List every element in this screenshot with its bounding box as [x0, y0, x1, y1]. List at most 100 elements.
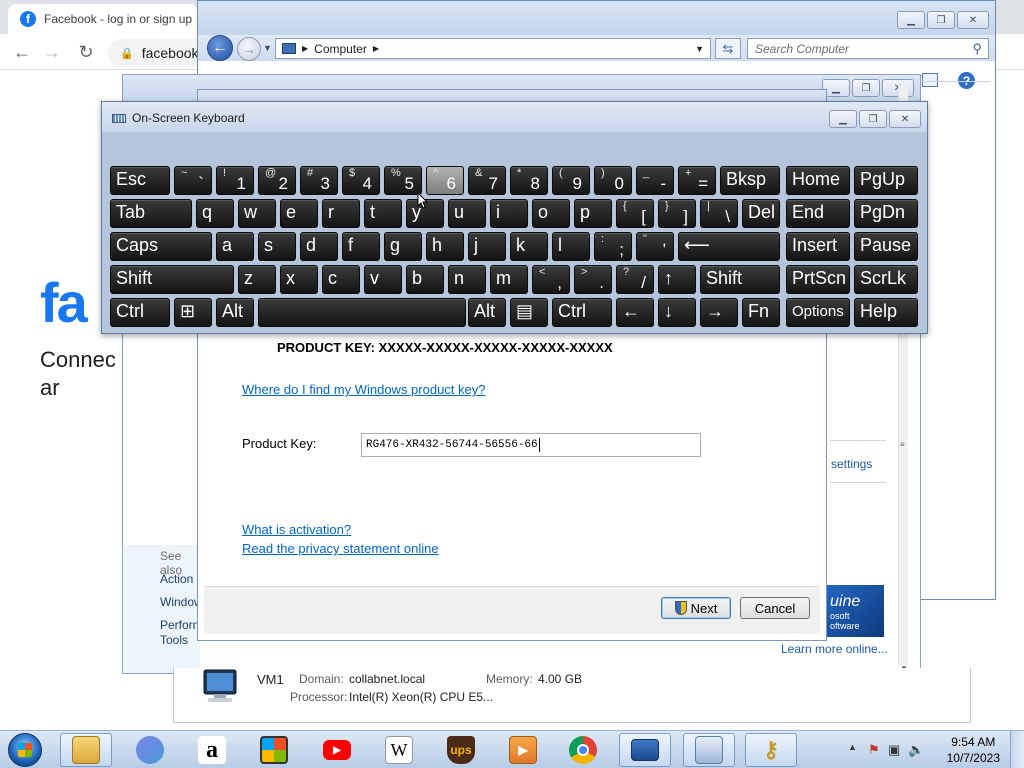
key-ralt[interactable]: Alt [468, 298, 506, 327]
key-c[interactable]: c [322, 265, 360, 294]
key-prtscn[interactable]: PrtScn [786, 265, 850, 294]
key-lshift[interactable]: Shift [110, 265, 234, 294]
action-center-link[interactable]: Action [160, 572, 193, 586]
minimize-button[interactable]: ▁ [829, 110, 857, 128]
product-key-input[interactable]: RG476-XR432-56744-56556-66 [361, 433, 701, 457]
key-5[interactable]: % 5 [384, 166, 422, 195]
key-o[interactable]: o [532, 199, 570, 228]
key-del[interactable]: Del [742, 199, 780, 228]
key-left[interactable]: ← [616, 298, 654, 327]
key-bksp[interactable]: Bksp [720, 166, 780, 195]
search-icon[interactable]: ⚲ [972, 41, 982, 57]
breadcrumb-computer[interactable]: Computer [314, 42, 367, 56]
key-8[interactable]: * 8 [510, 166, 548, 195]
key-pause[interactable]: Pause [854, 232, 918, 261]
key-3[interactable]: #3 [300, 166, 338, 195]
tools-link[interactable]: Tools [160, 633, 188, 647]
forward-arrow-icon[interactable]: → [237, 37, 261, 61]
key-space[interactable] [258, 298, 466, 327]
close-button[interactable]: ✕ [889, 110, 921, 128]
taskbar-chrome[interactable] [557, 733, 609, 767]
key-minus[interactable]: _ - [636, 166, 674, 195]
key-7[interactable]: & 7 [468, 166, 506, 195]
key-j[interactable]: j [468, 232, 506, 261]
key-1[interactable]: ! 1 [216, 166, 254, 195]
scroll-grip-icon[interactable]: ≡ [900, 440, 905, 449]
change-settings-link[interactable]: settings [831, 457, 872, 471]
reload-icon[interactable]: ↻ [74, 40, 98, 64]
osk-titlebar[interactable]: On-Screen Keyboard ▁ ❐ ✕ [102, 102, 927, 132]
key-pgup[interactable]: PgUp [854, 166, 918, 195]
show-desktop-button[interactable] [1010, 731, 1024, 768]
key-comma[interactable]: <, [532, 265, 570, 294]
taskbar-control-panel[interactable] [683, 733, 735, 767]
explorer-titlebar[interactable]: ▁ ❐ ✕ [198, 1, 995, 35]
key-p[interactable]: p [574, 199, 612, 228]
recent-pages-dropdown-icon[interactable]: ▼ [263, 43, 272, 53]
key-e[interactable]: e [280, 199, 318, 228]
key-rshift[interactable]: Shift [700, 265, 780, 294]
key-v[interactable]: v [364, 265, 402, 294]
key-down[interactable]: ↓ [658, 298, 696, 327]
key-6[interactable]: ^ 6 [426, 166, 464, 195]
volume-muted-icon[interactable]: 🔈 [908, 742, 924, 758]
key-4[interactable]: $4 [342, 166, 380, 195]
browser-tab-facebook[interactable]: f Facebook - log in or sign up [8, 4, 198, 34]
key-lbracket[interactable]: {[ [616, 199, 654, 228]
key-quote[interactable]: " ' [636, 232, 674, 261]
key-n[interactable]: n [448, 265, 486, 294]
key-right[interactable]: → [700, 298, 738, 327]
key-r[interactable]: r [322, 199, 360, 228]
taskbar-teams[interactable] [124, 733, 176, 767]
key-fn[interactable]: Fn [742, 298, 780, 327]
key-z[interactable]: z [238, 265, 276, 294]
key-i[interactable]: i [490, 199, 528, 228]
back-arrow-icon[interactable]: ← [207, 35, 233, 61]
key-x[interactable]: x [280, 265, 318, 294]
key-g[interactable]: g [384, 232, 422, 261]
key-2[interactable]: @2 [258, 166, 296, 195]
back-arrow-icon[interactable]: ← [10, 40, 34, 64]
key-insert[interactable]: Insert [786, 232, 850, 261]
key-help[interactable]: Help [854, 298, 918, 327]
key-slash[interactable]: ? / [616, 265, 654, 294]
key-f[interactable]: f [342, 232, 380, 261]
maximize-button[interactable]: ❐ [852, 79, 880, 97]
key-q[interactable]: q [196, 199, 234, 228]
key-u[interactable]: u [448, 199, 486, 228]
taskbar-wikipedia[interactable]: W [373, 733, 425, 767]
key-w[interactable]: w [238, 199, 276, 228]
what-is-activation-link[interactable]: What is activation? [242, 522, 351, 537]
key-h[interactable]: h [426, 232, 464, 261]
key-end[interactable]: End [786, 199, 850, 228]
forward-arrow-icon[interactable]: → [40, 40, 64, 64]
taskbar-clock[interactable]: 9:54 AM 10/7/2023 [947, 734, 1000, 766]
key-home[interactable]: Home [786, 166, 850, 195]
key-tab[interactable]: Tab [110, 199, 192, 228]
key-pgdn[interactable]: PgDn [854, 199, 918, 228]
start-button[interactable] [8, 733, 42, 767]
find-product-key-link[interactable]: Where do I find my Windows product key? [242, 382, 486, 397]
minimize-button[interactable]: ▁ [897, 11, 925, 29]
maximize-button[interactable]: ❐ [859, 110, 887, 128]
address-dropdown-icon[interactable]: ▼ [695, 44, 704, 54]
breadcrumb-chevron-icon[interactable]: ▶ [373, 44, 379, 53]
taskbar-youtube[interactable]: ▶ [311, 733, 363, 767]
taskbar-amazon[interactable]: a [186, 733, 238, 767]
key-lctrl[interactable]: Ctrl [110, 298, 170, 327]
learn-more-online-link[interactable]: Learn more online... [781, 642, 888, 656]
taskbar-media-player[interactable]: ▶ [497, 733, 549, 767]
key-s[interactable]: s [258, 232, 296, 261]
taskbar-store[interactable] [248, 733, 300, 767]
key-options[interactable]: Options [786, 298, 850, 327]
key-rbracket[interactable]: }] [658, 199, 696, 228]
next-button[interactable]: Next [661, 597, 731, 619]
key-grave[interactable]: ~ ` [174, 166, 212, 195]
key-esc[interactable]: Esc [110, 166, 170, 195]
key-period[interactable]: >. [574, 265, 612, 294]
key-up[interactable]: ↑ [658, 265, 696, 294]
key-enter[interactable]: ⟵ [678, 232, 780, 261]
cancel-button[interactable]: Cancel [740, 597, 810, 619]
network-icon[interactable]: ▣ [888, 742, 900, 758]
key-m[interactable]: m [490, 265, 528, 294]
